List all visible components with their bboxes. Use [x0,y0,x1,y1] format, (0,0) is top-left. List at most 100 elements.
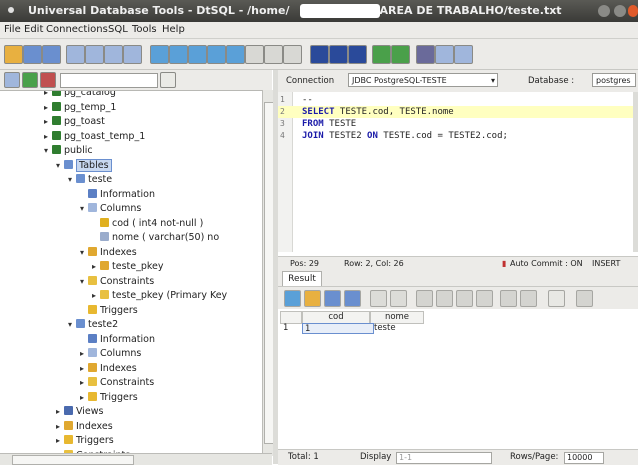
expand-toggle-icon[interactable]: ▸ [44,115,52,129]
sql-editor[interactable]: 1 -- 2 SELECT TESTE.cod, TESTE.nome 3 FROM TE… [278,92,633,252]
menu-edit[interactable]: Edit [24,24,43,35]
last-page-icon[interactable] [476,290,493,307]
insert-row-icon[interactable] [500,290,517,307]
database-select[interactable]: postgres [592,73,636,87]
tree-node[interactable]: ▸ pg_temp_1 [44,101,116,115]
cut-icon[interactable] [66,45,85,64]
tree-node[interactable]: ▸ Indexes [80,362,137,376]
connect-icon[interactable] [150,45,169,64]
commit-result-icon[interactable] [576,290,593,307]
editor-line[interactable]: 1 -- [278,94,633,106]
tree-node[interactable]: ▾ Columns [80,202,141,216]
cell-cod[interactable]: 1 [302,323,374,334]
delete-row-icon[interactable] [264,45,283,64]
copy-row-icon[interactable] [245,45,264,64]
tree-node[interactable]: ▾ teste [68,173,112,187]
export-icon[interactable] [304,290,321,307]
disconnect-tree-icon[interactable] [40,72,56,88]
expand-toggle-icon[interactable]: ▾ [68,318,76,332]
forward-icon[interactable] [390,290,407,307]
first-page-icon[interactable] [416,290,433,307]
tree-node[interactable]: ▾ Indexes [80,246,137,260]
tree-node[interactable]: cod ( int4 not-null ) [92,217,203,231]
refresh-result-icon[interactable] [284,290,301,307]
expand-toggle-icon[interactable]: ▸ [92,260,100,274]
expand-toggle-icon[interactable]: ▸ [44,130,52,144]
display-range-select[interactable]: 1-1 [396,452,492,464]
expand-toggle-icon[interactable]: ▾ [80,275,88,289]
tab-result[interactable]: Result [282,271,322,287]
new-connection-icon[interactable] [4,72,20,88]
menu-file[interactable]: File [4,24,21,35]
execute-icon[interactable] [372,45,391,64]
minimize-button[interactable] [598,5,610,17]
tree-node[interactable]: ▾ teste2 [68,318,118,332]
expand-toggle-icon[interactable]: ▸ [80,347,88,361]
open-folder-icon[interactable] [4,45,23,64]
rollback-icon[interactable] [207,45,226,64]
filter-search-icon[interactable] [160,72,176,88]
tree-node[interactable]: ▸ Constraints [80,376,154,390]
rows-per-page-input[interactable]: 10000 [564,452,604,464]
app-menu-icon[interactable] [8,7,14,13]
tree-node[interactable]: ▾ public [44,144,93,158]
stop-icon[interactable] [329,45,348,64]
delete-record-icon[interactable] [520,290,537,307]
cancel-icon[interactable] [283,45,302,64]
tree-node[interactable]: ▸ pg_toast_temp_1 [44,130,145,144]
next-record-icon[interactable] [348,45,367,64]
tree-filter-input[interactable] [60,73,158,88]
find-icon[interactable] [416,45,435,64]
tree-node[interactable]: ▸ Triggers [56,434,114,448]
commit-icon[interactable] [188,45,207,64]
tree-node[interactable]: Information [80,333,155,347]
tree-node[interactable]: ▾ Constraints [80,275,154,289]
expand-toggle-icon[interactable]: ▸ [56,420,64,434]
copy-icon[interactable] [85,45,104,64]
expand-toggle-icon[interactable]: ▸ [56,434,64,448]
tree-node[interactable]: ▸ Views [56,405,104,419]
editor-line[interactable]: 3 FROM TESTE [278,118,633,130]
maximize-button[interactable] [614,5,626,17]
connection-select[interactable]: JDBC PostgreSQL-TESTE ▾ [348,73,498,87]
expand-toggle-icon[interactable]: ▸ [80,376,88,390]
tree-node[interactable]: ▸ Indexes [56,420,113,434]
expand-toggle-icon[interactable]: ▸ [80,362,88,376]
tree-node[interactable]: ▸ teste_pkey (Primary Key [92,289,227,303]
editor-line[interactable]: 2 SELECT TESTE.cod, TESTE.nome [278,106,633,118]
execute-script-icon[interactable] [391,45,410,64]
save-icon[interactable] [23,45,42,64]
paste-icon[interactable] [104,45,123,64]
editor-line[interactable]: 4 JOIN TESTE2 ON TESTE.cod = TESTE2.cod; [278,130,633,142]
expand-toggle-icon[interactable]: ▸ [80,391,88,405]
save-all-icon[interactable] [42,45,61,64]
expand-toggle-icon[interactable]: ▾ [56,159,64,173]
wrench-icon[interactable] [435,45,454,64]
tree-node[interactable]: ▸ Columns [80,347,141,361]
expand-toggle-icon[interactable]: ▸ [44,101,52,115]
expand-toggle-icon[interactable]: ▸ [44,91,52,100]
tree-node[interactable]: ▸ pg_catalog [44,91,116,100]
connect-tree-icon[interactable] [22,72,38,88]
tree-node[interactable]: nome ( varchar(50) no [92,231,219,245]
refresh-icon[interactable] [226,45,245,64]
grid-view-icon[interactable] [548,290,565,307]
disconnect-icon[interactable] [169,45,188,64]
tree-node[interactable]: ▾ Tables [56,158,112,173]
tree-node[interactable]: ▸ pg_toast [44,115,105,129]
tree-node[interactable]: Information [80,188,155,202]
tree-node[interactable]: ▸ Triggers [80,391,138,405]
menu-tools[interactable]: Tools [132,24,157,35]
tree-node[interactable]: ▸ teste_pkey [92,260,164,274]
expand-toggle-icon[interactable]: ▾ [80,246,88,260]
previous-page-icon[interactable] [436,290,453,307]
cell-nome[interactable]: teste [374,323,396,333]
menu-help[interactable]: Help [162,24,185,35]
expand-toggle-icon[interactable]: ▸ [56,405,64,419]
close-button[interactable] [628,5,638,17]
expand-toggle-icon[interactable]: ▸ [92,289,100,303]
binoculars-icon[interactable] [344,290,361,307]
undo-icon[interactable] [123,45,142,64]
next-page-icon[interactable] [456,290,473,307]
expand-toggle-icon[interactable]: ▾ [80,202,88,216]
